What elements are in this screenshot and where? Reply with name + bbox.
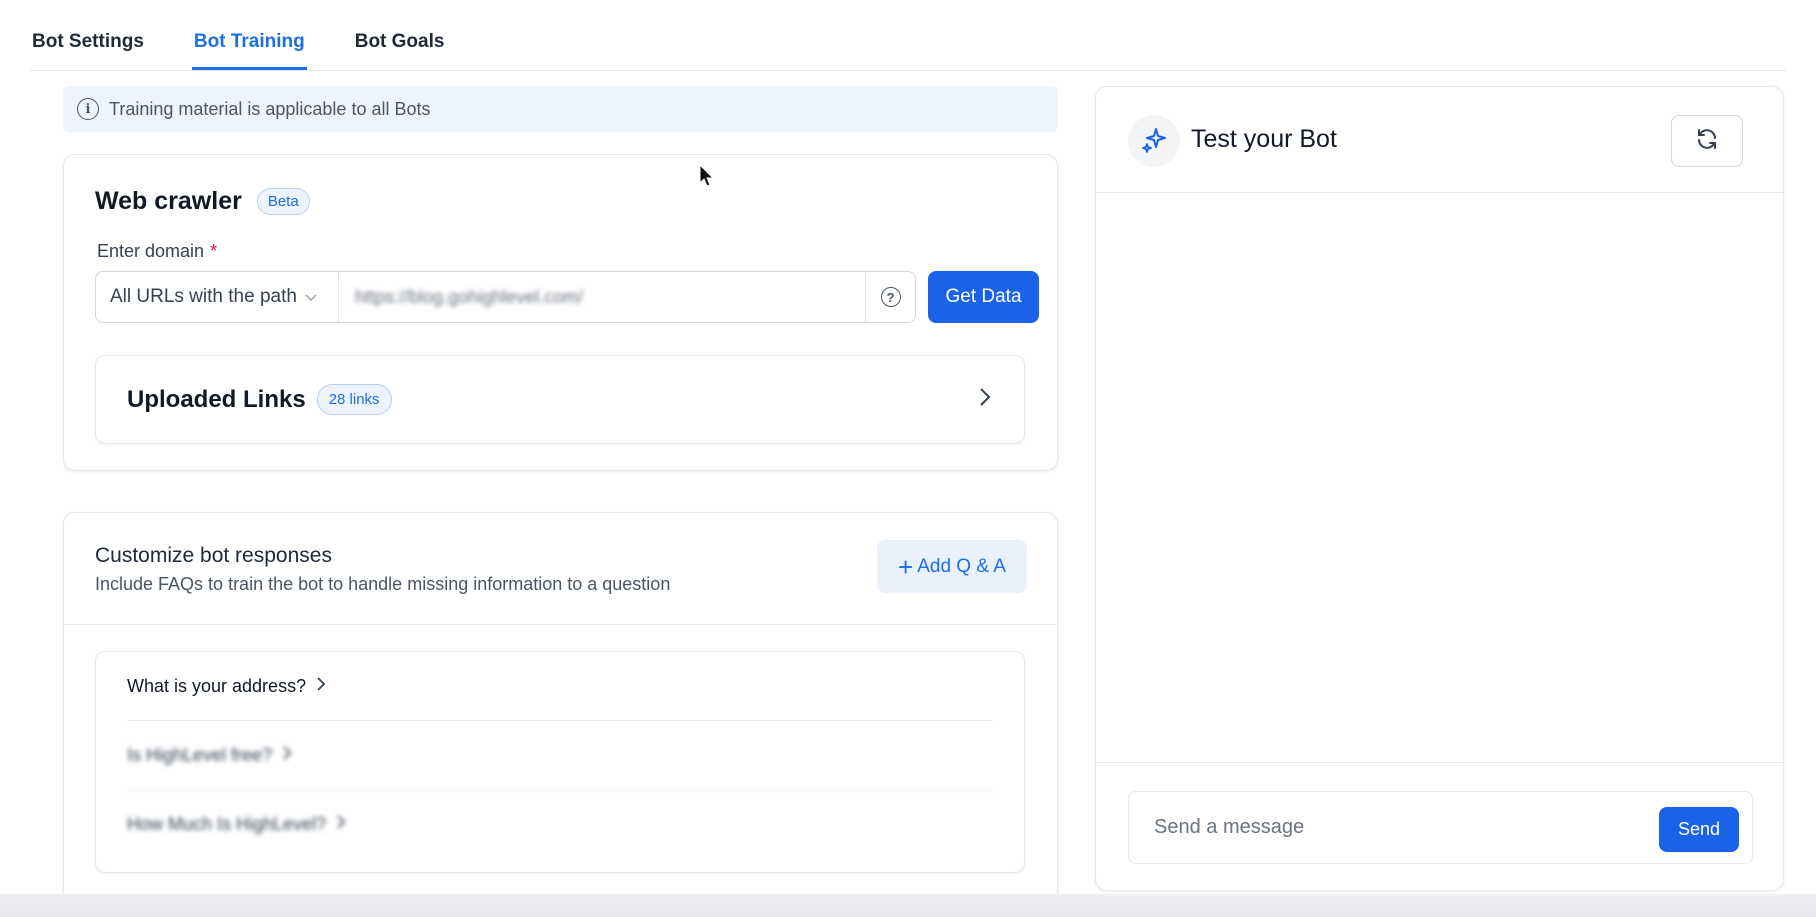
qa-question: Is HighLevel free? [127, 744, 273, 765]
refresh-icon [1695, 127, 1719, 156]
test-bot-panel: Test your Bot Send [1095, 86, 1784, 891]
required-mark: * [210, 241, 218, 261]
chevron-right-icon [282, 744, 292, 767]
url-match-select-value: All URLs with the path [110, 286, 297, 307]
help-button[interactable]: ? [865, 272, 915, 322]
info-banner-text: Training material is applicable to all B… [109, 98, 431, 119]
tab-bot-training[interactable]: Bot Training [191, 31, 307, 70]
domain-label-text: Enter domain [97, 241, 205, 261]
customize-responses-card: Customize bot responses Include FAQs to … [63, 512, 1058, 902]
qa-item[interactable]: How Much Is HighLevel? [127, 790, 993, 859]
tab-bot-settings[interactable]: Bot Settings [30, 31, 146, 70]
mouse-cursor-icon [699, 163, 715, 193]
message-input[interactable] [1129, 792, 1629, 863]
chevron-right-icon [978, 384, 992, 415]
customize-title: Customize bot responses [95, 544, 332, 567]
links-count-badge: 28 links [316, 384, 392, 415]
send-button[interactable]: Send [1659, 807, 1739, 852]
domain-url-input[interactable] [339, 272, 865, 322]
message-composer: Send [1128, 791, 1753, 864]
plus-icon: + [898, 551, 914, 582]
test-bot-title: Test your Bot [1191, 125, 1337, 153]
qa-list: What is your address? Is HighLevel free?… [95, 651, 1025, 873]
domain-label: Enter domain * [97, 241, 217, 262]
question-icon: ? [880, 287, 901, 307]
info-banner: i Training material is applicable to all… [63, 86, 1058, 132]
add-qa-button[interactable]: + Add Q & A [877, 540, 1027, 593]
web-crawler-title: Web crawler [95, 187, 242, 215]
chevron-right-icon [336, 813, 346, 836]
test-bot-header: Test your Bot [1096, 87, 1783, 193]
domain-input-group: All URLs with the path ? [95, 271, 916, 323]
customize-header: Customize bot responses Include FAQs to … [64, 513, 1057, 625]
info-icon: i [77, 98, 99, 120]
qa-item[interactable]: Is HighLevel free? [127, 721, 993, 790]
qa-item[interactable]: What is your address? [127, 652, 993, 721]
chevron-down-icon [305, 289, 317, 305]
web-crawler-header: Web crawler Beta [95, 187, 310, 216]
uploaded-links-row[interactable]: Uploaded Links 28 links [95, 355, 1025, 444]
qa-question: How Much Is HighLevel? [127, 814, 327, 834]
bottom-strip [0, 894, 1816, 917]
uploaded-links-title: Uploaded Links [127, 385, 306, 413]
beta-badge: Beta [256, 188, 310, 215]
sparkle-icon [1128, 115, 1180, 167]
get-data-button[interactable]: Get Data [928, 271, 1039, 323]
refresh-button[interactable] [1671, 115, 1743, 167]
message-footer: Send [1096, 762, 1783, 890]
chevron-right-icon [316, 675, 326, 698]
tab-bot-goals[interactable]: Bot Goals [353, 31, 447, 70]
tab-bar: Bot Settings Bot Training Bot Goals [30, 0, 1786, 71]
url-match-select[interactable]: All URLs with the path [96, 272, 339, 322]
add-qa-label: Add Q & A [917, 555, 1006, 577]
qa-question: What is your address? [127, 675, 307, 696]
web-crawler-card: Web crawler Beta Enter domain * All URLs … [63, 154, 1058, 471]
customize-subtitle: Include FAQs to train the bot to handle … [95, 574, 671, 594]
